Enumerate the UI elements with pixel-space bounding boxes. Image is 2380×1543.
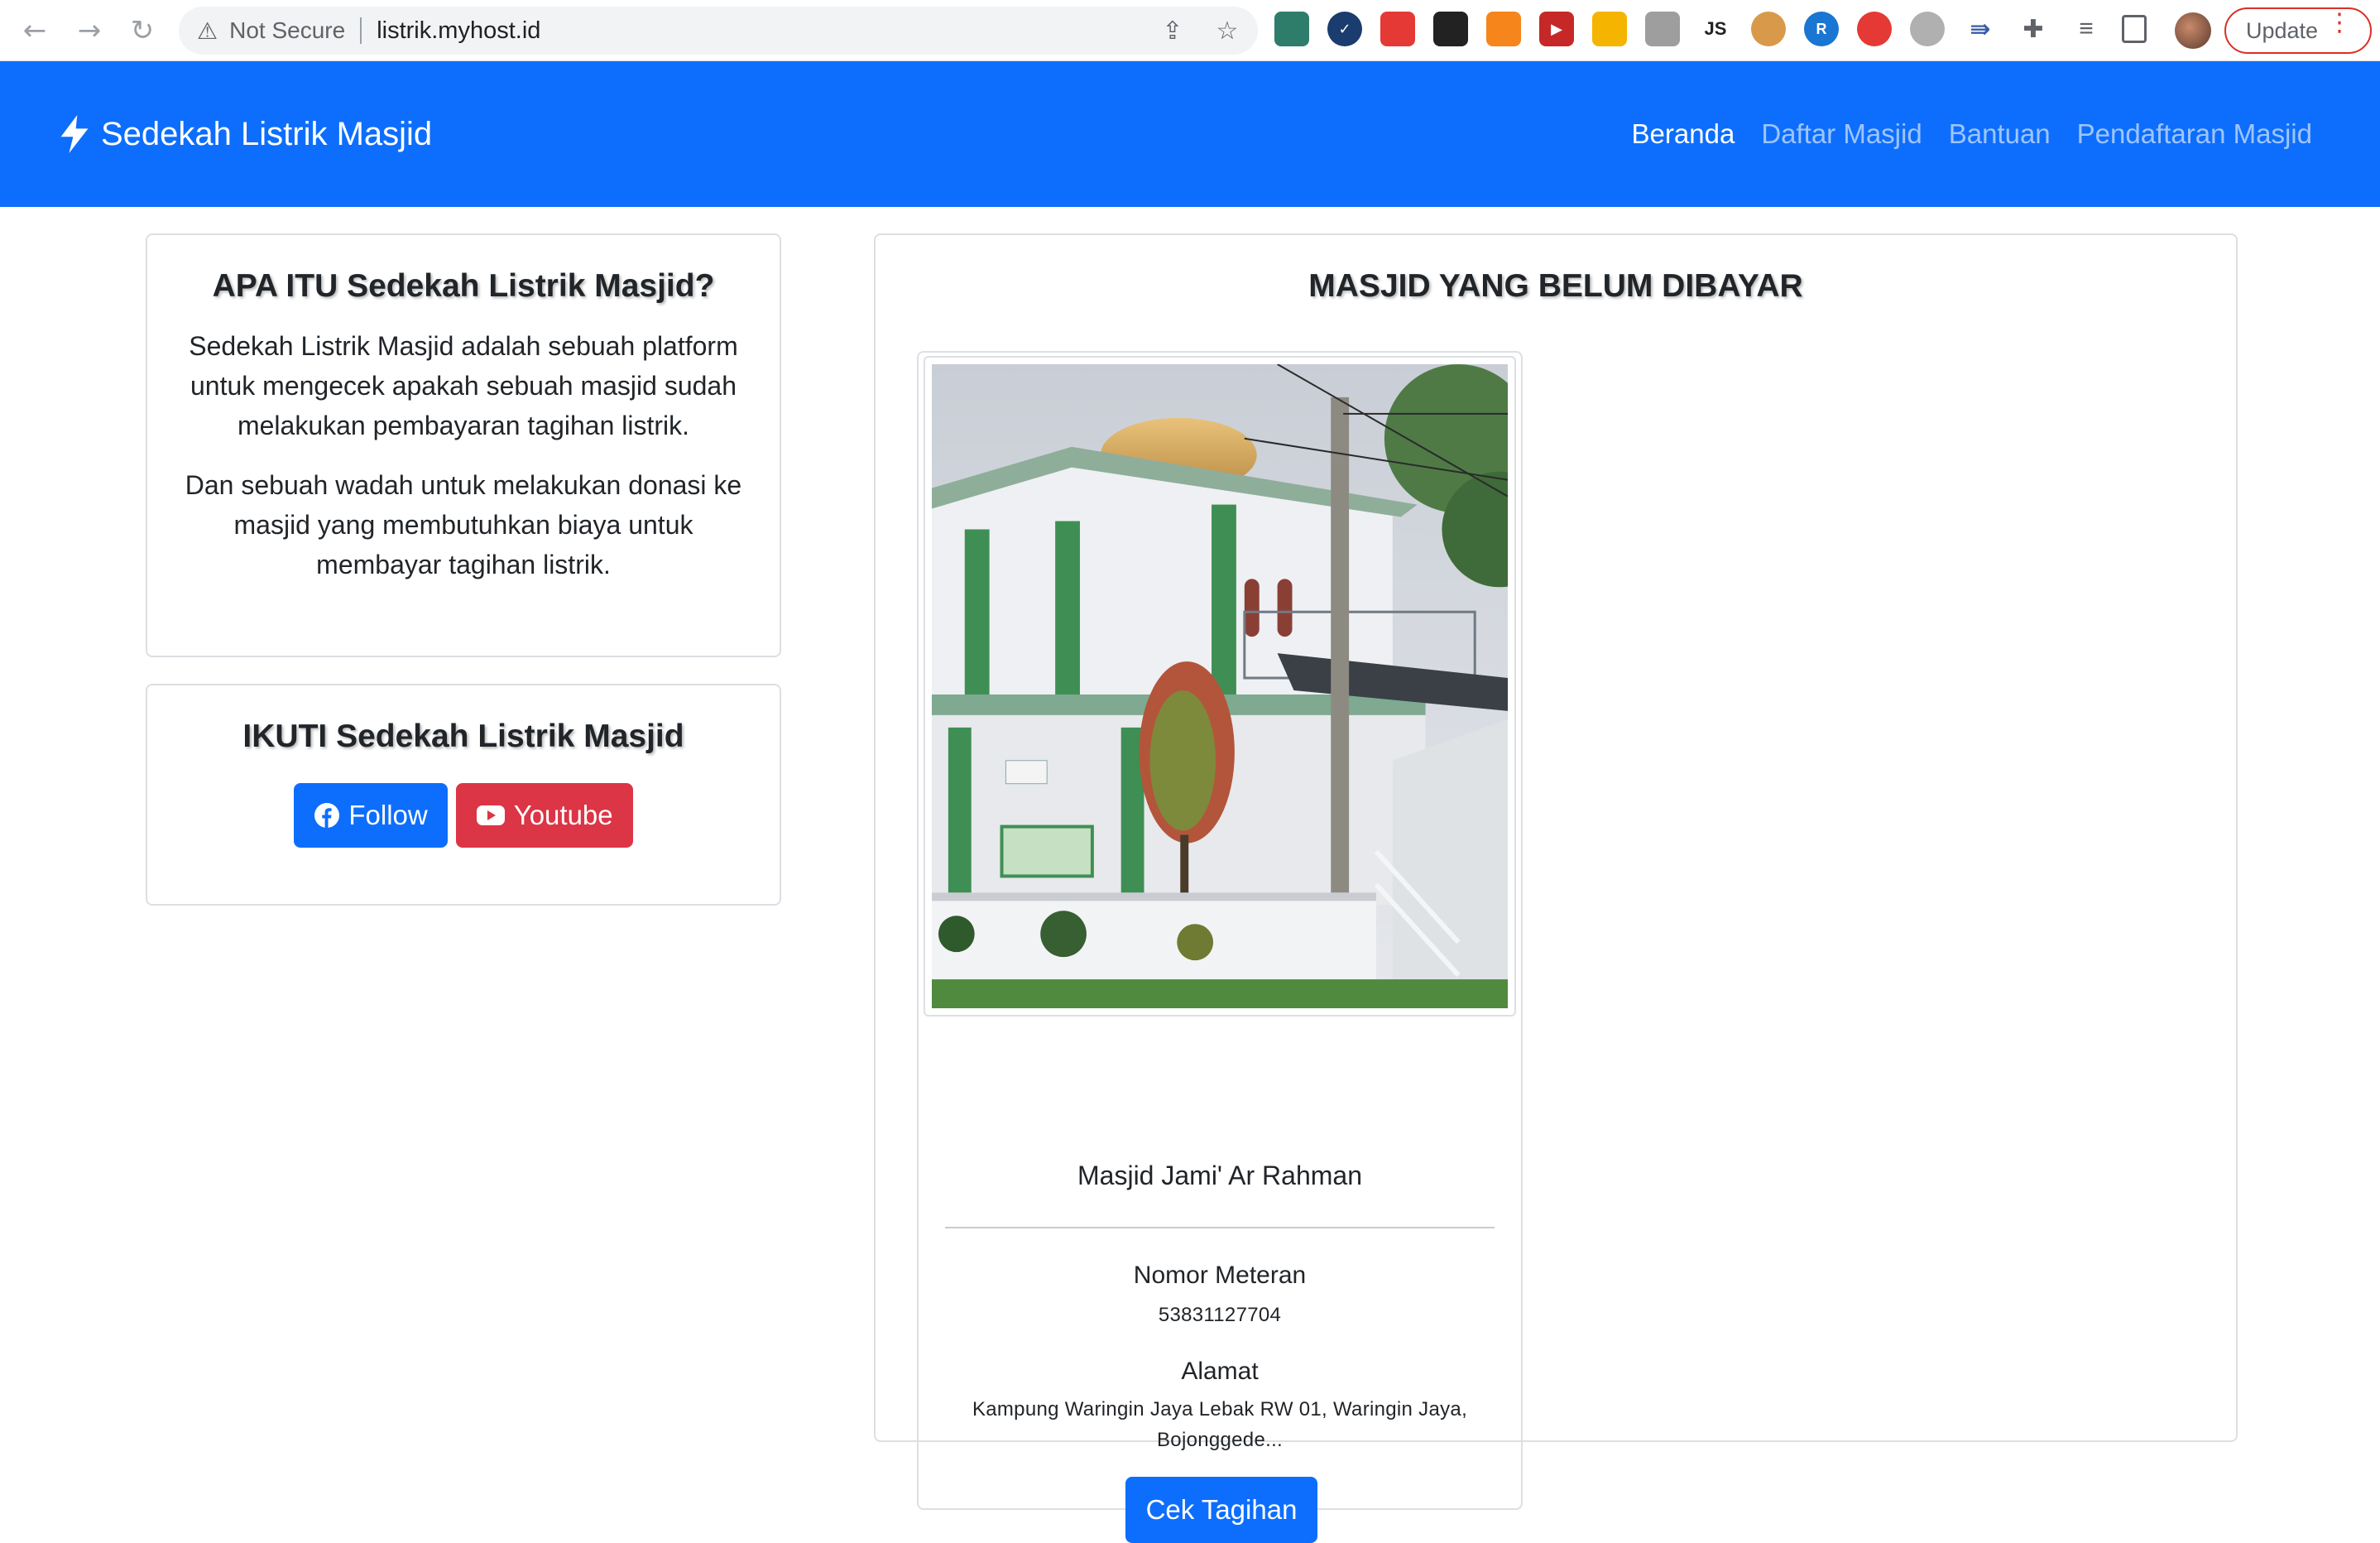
- youtube-label: Youtube: [513, 800, 613, 830]
- masjid-item: Masjid Jami' Ar Rahman Nomor Meteran 538…: [917, 351, 1523, 1543]
- about-paragraph-1: Sedekah Listrik Masjid adalah sebuah pla…: [189, 331, 738, 440]
- facebook-follow-label: Follow: [348, 800, 428, 830]
- bookmark-star-icon[interactable]: ☆: [1212, 15, 1243, 46]
- site-navbar: Sedekah Listrik Masjid Beranda Daftar Ma…: [0, 61, 2380, 207]
- about-title: APA ITU Sedekah Listrik Masjid?: [212, 268, 715, 304]
- record-extension-icon[interactable]: [1857, 12, 1892, 46]
- masjid-name: Masjid Jami' Ar Rahman: [1077, 1161, 1362, 1190]
- follow-title: IKUTI Sedekah Listrik Masjid: [242, 719, 684, 754]
- nav-link-bantuan[interactable]: Bantuan: [1949, 118, 2051, 150]
- nav-link-daftar-masjid[interactable]: Daftar Masjid: [1761, 118, 1922, 150]
- update-label: Update: [2246, 17, 2319, 43]
- r-extension-icon[interactable]: R: [1804, 12, 1839, 46]
- js-extension-icon[interactable]: JS: [1698, 12, 1733, 46]
- masjid-divider: [945, 1227, 1495, 1228]
- browser-toolbar: ← → ↻ ⚠ Not Secure listrik.myhost.id ⇪ ☆…: [0, 0, 2380, 61]
- menu-dots-icon: ⋮: [2327, 8, 2352, 37]
- metamask-extension-icon[interactable]: [1486, 12, 1521, 46]
- security-status: Not Secure: [229, 17, 346, 43]
- puzzle-extensions-icon[interactable]: ✚: [2016, 12, 2051, 46]
- masjid-photo[interactable]: [932, 364, 1508, 1008]
- youtube-button[interactable]: Youtube: [455, 783, 633, 848]
- audio-extension-icon[interactable]: [1380, 12, 1415, 46]
- back-arrow-icon[interactable]: ←: [17, 12, 53, 49]
- share-icon[interactable]: ⇪: [1157, 15, 1188, 46]
- unpaid-masjid-card: MASJID YANG BELUM DIBAYAR Masjid Jami' A…: [874, 233, 2238, 1543]
- monitor-extension-icon[interactable]: [1274, 12, 1309, 46]
- forward-arrow-icon[interactable]: →: [71, 12, 108, 49]
- arrow-extension-icon[interactable]: ⇛: [1963, 12, 1998, 46]
- tampermonkey-extension-icon[interactable]: [1433, 12, 1468, 46]
- address-label: Alamat: [1181, 1358, 1259, 1385]
- extensions-bar: ✓ ▶ JS R ⇛ ✚ ≡: [1274, 12, 2147, 46]
- globe-extension-icon[interactable]: [1910, 12, 1945, 46]
- cookie-extension-icon[interactable]: [1751, 12, 1786, 46]
- unpaid-title: MASJID YANG BELUM DIBAYAR: [1308, 268, 1803, 304]
- about-paragraph-2: Dan sebuah wadah untuk melakukan donasi …: [185, 470, 742, 579]
- follow-card: IKUTI Sedekah Listrik Masjid Follow Yout…: [146, 684, 781, 906]
- social-buttons: Follow Youtube: [147, 783, 780, 848]
- url-text[interactable]: listrik.myhost.id: [377, 17, 540, 45]
- warning-icon: ⚠: [197, 17, 218, 45]
- reload-icon[interactable]: ↻: [124, 12, 161, 49]
- video-extension-icon[interactable]: ▶: [1539, 12, 1574, 46]
- meter-label: Nomor Meteran: [1133, 1262, 1307, 1289]
- nav-link-pendaftaran-masjid[interactable]: Pendaftaran Masjid: [2077, 118, 2312, 150]
- reading-list-icon[interactable]: ≡: [2069, 12, 2104, 46]
- cek-tagihan-button[interactable]: Cek Tagihan: [1125, 1477, 1317, 1543]
- address-value: Kampung Waringin Jaya Lebak RW 01, Warin…: [972, 1398, 1468, 1451]
- person-check-extension-icon[interactable]: [1592, 12, 1627, 46]
- address-separator: [360, 17, 362, 44]
- address-bar[interactable]: ⚠ Not Secure listrik.myhost.id ⇪ ☆: [179, 7, 1258, 55]
- meter-number: 53831127704: [1158, 1304, 1282, 1326]
- nav-links: Beranda Daftar Masjid Bantuan Pendaftara…: [1632, 118, 2312, 150]
- brand-name: Sedekah Listrik Masjid: [101, 115, 433, 152]
- facebook-icon: [314, 803, 340, 828]
- profile-avatar[interactable]: [2175, 12, 2211, 49]
- youtube-icon: [476, 805, 505, 825]
- update-button[interactable]: Update ⋮: [2224, 7, 2372, 54]
- masjid-photo-frame: [924, 356, 1516, 1017]
- camera-extension-icon[interactable]: [1645, 12, 1680, 46]
- about-card: APA ITU Sedekah Listrik Masjid? Sedekah …: [146, 233, 781, 657]
- brand-link[interactable]: Sedekah Listrik Masjid: [56, 115, 432, 153]
- lightning-bolt-icon: [60, 115, 89, 153]
- side-panel-icon[interactable]: [2122, 15, 2147, 43]
- nav-link-beranda[interactable]: Beranda: [1632, 118, 1735, 150]
- facebook-follow-button[interactable]: Follow: [294, 783, 448, 848]
- check-extension-icon[interactable]: ✓: [1327, 12, 1362, 46]
